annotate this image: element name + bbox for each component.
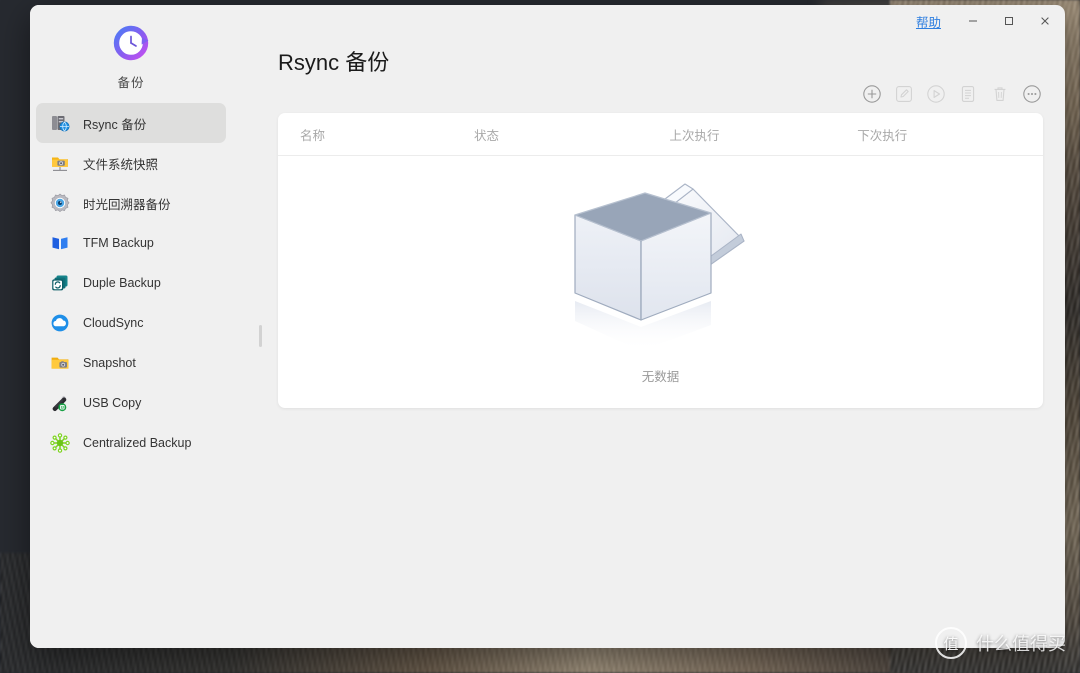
sidebar-item-filesystem-snapshot[interactable]: 文件系统快照: [36, 143, 226, 183]
sidebar-item-label: 时光回溯器备份: [83, 197, 171, 212]
sidebar-item-rsync-backup[interactable]: Rsync 备份: [36, 103, 226, 143]
sidebar-item-usb-copy[interactable]: USB Copy: [36, 383, 226, 423]
sidebar-item-cloudsync[interactable]: CloudSync: [36, 303, 226, 343]
delete-button[interactable]: [989, 83, 1011, 105]
add-button[interactable]: [861, 83, 883, 105]
sidebar-nav: Rsync 备份 文件系统快照 时光回溯器备份 TFM Backup Duple…: [30, 103, 232, 463]
network-nodes-icon: [49, 432, 71, 454]
run-button[interactable]: [925, 83, 947, 105]
sidebar-brand: 备份: [30, 5, 232, 91]
sidebar-brand-label: 备份: [117, 76, 145, 90]
sidebar-item-centralized-backup[interactable]: Centralized Backup: [36, 423, 226, 463]
backup-task-table-card: 名称 状态 上次执行 下次执行 无数据: [278, 113, 1043, 408]
folder-camera-icon: [49, 352, 71, 374]
cloud-icon: [49, 312, 71, 334]
page-title: Rsync 备份: [278, 50, 390, 75]
blue-book-icon: [49, 232, 71, 254]
sidebar-item-label: 文件系统快照: [83, 157, 159, 172]
empty-state: 无数据: [278, 155, 1043, 408]
app-window: 帮助 备份 Rsync 备份 文件系统快照 时光回溯器备份 TFM Backup…: [30, 5, 1065, 648]
column-header-name[interactable]: 名称: [278, 125, 474, 144]
edit-button[interactable]: [893, 83, 915, 105]
sidebar-item-label: Duple Backup: [83, 276, 161, 290]
sidebar-item-snapshot[interactable]: Snapshot: [36, 343, 226, 383]
empty-state-text: 无数据: [641, 369, 680, 384]
clock-logo-icon: [111, 23, 151, 63]
gear-eye-icon: [49, 192, 71, 214]
circle-play-icon: [927, 85, 945, 103]
sidebar-item-label: CloudSync: [83, 316, 144, 330]
log-button[interactable]: [957, 83, 979, 105]
column-header-next-run[interactable]: 下次执行: [857, 125, 1043, 144]
sidebar: 备份 Rsync 备份 文件系统快照 时光回溯器备份 TFM Backup Du…: [30, 5, 232, 648]
rsync-server-globe-icon: [49, 112, 71, 134]
stacked-sync-icon: [49, 272, 71, 294]
open-empty-box-icon: [573, 182, 745, 351]
sidebar-item-label: Rsync 备份: [83, 117, 147, 132]
folder-camera-icon: [49, 152, 71, 174]
column-header-last-run[interactable]: 上次执行: [670, 125, 858, 144]
sidebar-item-label: USB Copy: [83, 396, 142, 410]
sidebar-item-label: Centralized Backup: [83, 436, 192, 450]
more-button[interactable]: [1021, 83, 1043, 105]
circle-plus-icon: [863, 85, 881, 103]
sidebar-item-tfm-backup[interactable]: TFM Backup: [36, 223, 226, 263]
sidebar-item-label: TFM Backup: [83, 236, 154, 250]
column-header-status[interactable]: 状态: [474, 125, 670, 144]
sidebar-item-label: Snapshot: [83, 356, 136, 370]
toolbar: [861, 83, 1043, 105]
usb-drive-icon: [49, 392, 71, 414]
pencil-square-icon: [896, 86, 912, 102]
document-icon: [961, 86, 975, 102]
main-content: Rsync 备份 名称 状态 上次执行 下次执行 无数据: [232, 5, 1065, 648]
circle-ellipsis-icon: [1023, 85, 1041, 103]
trash-icon: [994, 87, 1006, 101]
sidebar-item-duple-backup[interactable]: Duple Backup: [36, 263, 226, 303]
table-header-row: 名称 状态 上次执行 下次执行: [278, 113, 1043, 156]
sidebar-item-time-machine-backup[interactable]: 时光回溯器备份: [36, 183, 226, 223]
